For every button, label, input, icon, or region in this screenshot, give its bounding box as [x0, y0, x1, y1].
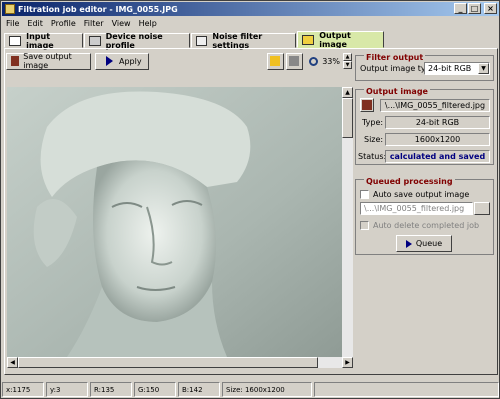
app-icon — [5, 4, 15, 14]
scroll-up-button[interactable]: ▲ — [342, 87, 353, 98]
status-b: B:142 — [178, 382, 220, 397]
output-filename: \...\IMG_0055_filtered.jpg — [380, 99, 490, 112]
horizontal-scrollbar[interactable]: ◀ ▶ — [7, 357, 353, 368]
tab-label: Device noise profile — [105, 31, 163, 50]
queue-icon — [405, 239, 412, 248]
queue-label: Queue — [415, 239, 443, 248]
tab-input-image[interactable]: Input image — [4, 31, 83, 50]
type-value: 24-bit RGB — [415, 118, 460, 127]
filter-output-group: Filter output Output image type: 24-bit … — [355, 53, 494, 81]
output-filename-text: \...\IMG_0055_filtered.jpg — [384, 101, 486, 110]
status-value: calculated and saved — [389, 152, 486, 161]
app-window: Filtration job editor - IMG_0055.JPG _ □… — [0, 0, 500, 399]
status-value-field: calculated and saved — [385, 150, 490, 163]
minimize-button[interactable]: _ — [454, 3, 467, 14]
queued-processing-group: Queued processing Auto save output image… — [355, 177, 494, 255]
statue-photo — [7, 87, 353, 357]
menu-view[interactable]: View — [108, 19, 135, 28]
auto-delete-label: Auto delete completed job — [373, 221, 480, 230]
status-size: Size: 1600x1200 — [222, 382, 312, 397]
queued-processing-title: Queued processing — [364, 177, 455, 186]
menu-help[interactable]: Help — [135, 19, 161, 28]
tab-noise-filter-settings[interactable]: Noise filter settings — [191, 31, 296, 50]
status-label: Status: — [358, 152, 387, 161]
vertical-scroll-thumb[interactable] — [342, 98, 353, 138]
horizontal-scroll-thumb[interactable] — [18, 357, 318, 368]
type-label: Type: — [362, 118, 384, 127]
queue-button[interactable]: Queue — [396, 235, 452, 252]
tab-strip: Input image Device noise profile Noise f… — [4, 30, 385, 50]
size-label: Size: — [364, 135, 384, 144]
output-image-group: Output image \...\IMG_0055_filtered.jpg … — [355, 87, 494, 165]
zoom-down-button[interactable]: ▼ — [343, 60, 352, 69]
save-icon — [11, 56, 20, 66]
save-output-image-button[interactable]: Save output image — [6, 52, 91, 70]
menu-edit[interactable]: Edit — [23, 19, 47, 28]
scroll-right-button[interactable]: ▶ — [342, 357, 353, 368]
vertical-scrollbar[interactable]: ▲ — [342, 87, 353, 357]
auto-save-checkbox[interactable] — [360, 190, 369, 199]
menu-profile[interactable]: Profile — [47, 19, 80, 28]
scroll-left-button[interactable]: ◀ — [7, 357, 18, 368]
window-title: Filtration job editor - IMG_0055.JPG — [18, 4, 178, 14]
zoom-up-button[interactable]: ▲ — [343, 52, 352, 61]
tab-output-image[interactable]: Output image — [297, 30, 384, 49]
browse-path-button[interactable] — [474, 202, 490, 215]
status-g: G:150 — [134, 382, 176, 397]
maximize-button[interactable]: □ — [468, 3, 481, 14]
pan-button[interactable] — [286, 52, 304, 70]
type-value-field: 24-bit RGB — [385, 116, 490, 129]
output-image-icon — [302, 34, 315, 45]
apply-label: Apply — [119, 56, 142, 66]
output-type-select[interactable]: 24-bit RGB ▼ — [424, 62, 490, 75]
zoom-level: 33% — [322, 56, 340, 66]
image-icon — [9, 35, 22, 46]
auto-delete-checkbox[interactable] — [360, 221, 369, 230]
output-type-value: 24-bit RGB — [428, 64, 472, 73]
close-button[interactable]: × — [484, 3, 497, 14]
auto-save-path-input[interactable]: \...\IMG_0055_filtered.jpg — [360, 202, 473, 215]
status-bar: x:1175 y:3 R:135 G:150 B:142 Size: 1600x… — [2, 381, 499, 398]
camera-icon — [89, 35, 101, 46]
title-bar[interactable]: Filtration job editor - IMG_0055.JPG _ □… — [2, 2, 499, 16]
chevron-down-icon[interactable]: ▼ — [478, 63, 489, 74]
save-label: Save output image — [23, 52, 72, 70]
size-value-field: 1600x1200 — [385, 133, 490, 146]
status-empty — [314, 382, 499, 397]
tab-label: Output image — [319, 30, 351, 49]
apply-button[interactable]: Apply — [95, 52, 149, 70]
auto-save-row: Auto save output image — [360, 190, 469, 199]
sliders-icon — [196, 35, 208, 46]
cursor-icon — [289, 56, 300, 66]
menu-bar: File Edit Profile Filter View Help — [2, 17, 499, 30]
fit-image-button[interactable] — [267, 52, 285, 70]
save-icon — [362, 100, 372, 110]
size-value: 1600x1200 — [414, 135, 461, 144]
auto-delete-row: Auto delete completed job — [360, 221, 479, 230]
zoom-icon[interactable] — [309, 56, 319, 66]
auto-save-label: Auto save output image — [373, 190, 470, 199]
open-output-file-button[interactable] — [360, 98, 374, 112]
status-r: R:135 — [90, 382, 132, 397]
fit-icon — [270, 56, 281, 66]
menu-filter[interactable]: Filter — [80, 19, 108, 28]
tab-label: Input image — [26, 31, 54, 50]
tab-label: Noise filter settings — [212, 31, 263, 50]
auto-save-path-text: \...\IMG_0055_filtered.jpg — [364, 204, 465, 213]
filter-output-title: Filter output — [364, 53, 426, 62]
menu-file[interactable]: File — [2, 19, 23, 28]
tab-device-noise-profile[interactable]: Device noise profile — [84, 31, 190, 50]
apply-icon — [106, 56, 113, 66]
output-image-title: Output image — [364, 87, 430, 96]
status-y: y:3 — [46, 382, 88, 397]
image-canvas[interactable] — [7, 87, 353, 357]
image-toolbar: Save output image Apply 33% ▲ ▼ — [6, 51, 352, 71]
status-x: x:1175 — [2, 382, 44, 397]
